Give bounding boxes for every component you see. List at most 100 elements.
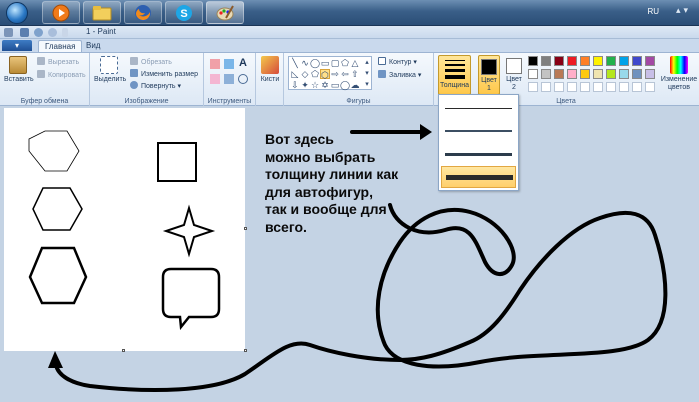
shape-polygon-icon[interactable]: ⬠ (340, 58, 350, 68)
shape-curve-icon[interactable]: ∿ (300, 58, 310, 68)
start-button[interactable] (2, 1, 32, 24)
palette-swatch[interactable] (567, 82, 577, 92)
shapes-more-icon[interactable]: ▾ (362, 80, 372, 90)
color-picker-icon[interactable] (224, 74, 234, 84)
rotate-button[interactable]: Повернуть ▾ (130, 81, 181, 91)
shape-left-arrow-icon[interactable]: ⇦ (340, 69, 350, 79)
crop-button[interactable]: Обрезать (130, 57, 172, 67)
palette-swatch[interactable] (580, 69, 590, 79)
taskbar-firefox[interactable] (124, 1, 162, 24)
color2-button[interactable]: Цвет 2 (503, 55, 525, 95)
edit-colors-button[interactable]: Изменение цветов (660, 56, 698, 92)
palette-swatch[interactable] (619, 69, 629, 79)
shape-triangle-icon[interactable]: △ (350, 58, 360, 68)
palette-swatch[interactable] (645, 56, 655, 66)
shapes-gallery[interactable]: ╲ ∿ ◯ ▭ ▢ ⬠ △ ◺ ◇ ⬠ ⬡ ⇨ ⇦ ⇧ ⇩ ✦ ☆ ✡ ▭ ◯ … (288, 56, 372, 90)
palette-swatch[interactable] (632, 82, 642, 92)
shape-rectangle-icon[interactable]: ▭ (320, 58, 330, 68)
copy-icon (37, 70, 45, 78)
color1-button[interactable]: Цвет 1 (478, 55, 500, 95)
shape-rounded-rect-icon[interactable]: ▢ (330, 58, 340, 68)
thickness-option-5px[interactable] (441, 144, 516, 166)
palette-swatch[interactable] (541, 82, 551, 92)
paint-menu-button[interactable]: ▾ (2, 40, 32, 51)
copy-button[interactable]: Копировать (37, 70, 86, 80)
taskbar-skype[interactable]: S (165, 1, 203, 24)
palette-swatch[interactable] (567, 56, 577, 66)
palette-swatch[interactable] (645, 69, 655, 79)
eraser-icon[interactable] (210, 74, 220, 84)
taskbar-paint[interactable] (206, 1, 244, 24)
shape-callout-oval-icon[interactable]: ◯ (340, 80, 350, 90)
palette-swatch[interactable] (645, 82, 655, 92)
thickness-option-1px[interactable] (441, 98, 516, 120)
palette-swatch[interactable] (632, 56, 642, 66)
palette-swatch[interactable] (541, 56, 551, 66)
redo-icon[interactable] (48, 28, 57, 37)
palette-swatch[interactable] (554, 82, 564, 92)
palette-swatch[interactable] (554, 69, 564, 79)
outline-button[interactable]: Контур ▾ (378, 57, 417, 67)
shapes-scroll-up-icon[interactable]: ▴ (362, 58, 372, 68)
fill-button[interactable]: Заливка ▾ (378, 70, 421, 80)
palette-swatch[interactable] (593, 56, 603, 66)
tray-icons[interactable]: ▴▾ (676, 5, 691, 16)
undo-icon[interactable] (34, 28, 43, 37)
canvas-resize-handle-right[interactable] (244, 227, 247, 230)
shape-star5-icon[interactable]: ☆ (310, 80, 320, 90)
shape-cloud-icon[interactable]: ☁ (350, 80, 360, 90)
thickness-option-3px[interactable] (441, 121, 516, 143)
taskbar-media-player[interactable] (42, 1, 80, 24)
brushes-button[interactable]: Кисти (258, 56, 282, 84)
palette-swatch[interactable] (554, 56, 564, 66)
palette-swatch[interactable] (619, 82, 629, 92)
drawing-canvas[interactable] (4, 108, 245, 351)
shapes-scroll-down-icon[interactable]: ▾ (362, 69, 372, 79)
canvas-resize-handle-bottom[interactable] (122, 349, 125, 352)
shape-star6-icon[interactable]: ✡ (320, 80, 330, 90)
shape-line-icon[interactable]: ╲ (290, 58, 300, 68)
palette-swatch[interactable] (528, 69, 538, 79)
shape-hexagon-icon[interactable]: ⬡ (320, 69, 330, 80)
resize-button[interactable]: Изменить размер (130, 69, 198, 79)
palette-swatch[interactable] (593, 82, 603, 92)
save-icon[interactable] (20, 28, 29, 37)
text-tool-icon[interactable]: A (238, 58, 248, 69)
palette-swatch[interactable] (580, 82, 590, 92)
pencil-icon[interactable] (210, 59, 220, 69)
palette-swatch[interactable] (619, 56, 629, 66)
palette-swatch[interactable] (541, 69, 551, 79)
shape-oval-icon[interactable]: ◯ (310, 58, 320, 68)
thickness-option-8px[interactable] (441, 166, 516, 188)
customize-quick-access-icon[interactable] (62, 28, 68, 37)
palette-swatch[interactable] (593, 69, 603, 79)
language-indicator[interactable]: RU (647, 7, 659, 16)
thickness-button[interactable]: Толщина (438, 55, 471, 95)
palette-swatch[interactable] (580, 56, 590, 66)
shape-star4-icon[interactable]: ✦ (300, 80, 310, 90)
shape-up-arrow-icon[interactable]: ⇧ (350, 69, 360, 79)
shape-pentagon-icon[interactable]: ⬠ (310, 69, 320, 79)
shape-right-triangle-icon[interactable]: ◺ (290, 69, 300, 79)
tab-home[interactable]: Главная (38, 40, 83, 52)
palette-swatch[interactable] (606, 56, 616, 66)
shape-down-arrow-icon[interactable]: ⇩ (290, 80, 300, 90)
cut-button[interactable]: Вырезать (37, 57, 79, 67)
palette-swatch[interactable] (632, 69, 642, 79)
palette-swatch[interactable] (606, 82, 616, 92)
palette-swatch[interactable] (528, 82, 538, 92)
magnifier-icon[interactable] (238, 74, 248, 84)
shape-callout-rect-icon[interactable]: ▭ (330, 80, 340, 90)
palette-swatch[interactable] (567, 69, 577, 79)
tab-view[interactable]: Вид (80, 40, 106, 52)
fill-bucket-icon[interactable] (224, 59, 234, 69)
palette-swatch[interactable] (528, 56, 538, 66)
shape-diamond-icon[interactable]: ◇ (300, 69, 310, 79)
select-button[interactable]: Выделить (94, 56, 126, 84)
paste-button[interactable]: Вставить (4, 56, 34, 84)
canvas-resize-handle-corner[interactable] (244, 349, 247, 352)
taskbar-file-explorer[interactable] (83, 1, 121, 24)
paint-app-icon[interactable] (4, 28, 13, 37)
palette-swatch[interactable] (606, 69, 616, 79)
shape-right-arrow-icon[interactable]: ⇨ (330, 69, 340, 79)
